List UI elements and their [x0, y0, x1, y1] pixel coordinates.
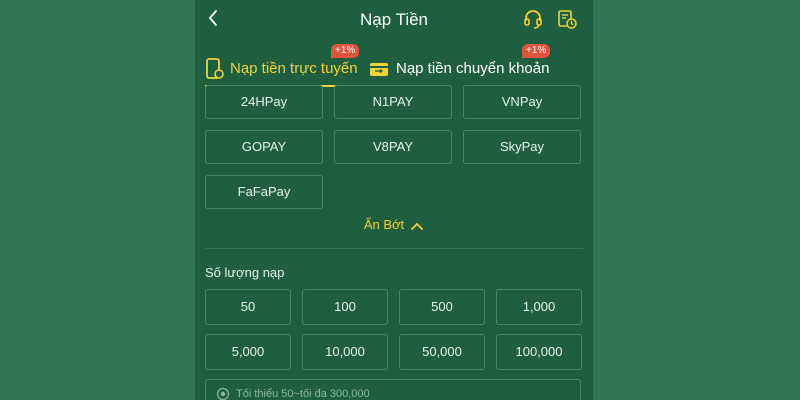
- history-icon: [558, 10, 577, 29]
- deposit-panel: Nạp Tiền Nạp tiền trực tuyến Nạp tiền ch…: [195, 0, 593, 400]
- method-n1pay[interactable]: N1PAY: [334, 85, 452, 119]
- amount-option[interactable]: 50: [205, 289, 291, 325]
- tab-bar: Nạp tiền trực tuyến Nạp tiền chuyển khoả…: [195, 44, 593, 88]
- amount-option[interactable]: 100: [302, 289, 388, 325]
- amount-input-box: [205, 379, 581, 400]
- method-fafapay[interactable]: FaFaPay: [205, 175, 323, 209]
- coin-icon: [216, 387, 230, 400]
- headset-icon: [524, 10, 542, 29]
- amount-option[interactable]: 10,000: [302, 334, 388, 370]
- collapse-label: Ẩn Bớt: [363, 217, 405, 232]
- tab-label: Nạp tiền chuyển khoản: [396, 60, 550, 77]
- method-24hpay[interactable]: 24HPay: [205, 85, 323, 119]
- tab-bank-transfer[interactable]: Nạp tiền chuyển khoản: [369, 58, 559, 88]
- amount-label: Số lượng nạp: [205, 265, 285, 280]
- support-button[interactable]: [522, 8, 544, 30]
- tab-label: Nạp tiền trực tuyến: [230, 60, 358, 77]
- method-skypay[interactable]: SkyPay: [463, 130, 581, 164]
- divider: [205, 248, 583, 249]
- card-icon: [370, 63, 388, 76]
- amount-option[interactable]: 500: [399, 289, 485, 325]
- method-gopay[interactable]: GOPAY: [205, 130, 323, 164]
- amount-input[interactable]: [236, 383, 566, 400]
- method-vnpay[interactable]: VNPay: [463, 85, 581, 119]
- bonus-badge: +1%: [522, 44, 551, 58]
- bonus-badge: +1%: [331, 44, 360, 58]
- amount-option[interactable]: 1,000: [496, 289, 582, 325]
- chevron-up-icon: [411, 222, 424, 230]
- history-button[interactable]: [556, 8, 578, 30]
- amount-option[interactable]: 50,000: [399, 334, 485, 370]
- phone-icon: [206, 58, 224, 79]
- collapse-button[interactable]: Ẩn Bớt: [195, 217, 593, 232]
- tab-online-deposit[interactable]: Nạp tiền trực tuyến: [205, 58, 358, 88]
- method-v8pay[interactable]: V8PAY: [334, 130, 452, 164]
- amount-option[interactable]: 100,000: [496, 334, 582, 370]
- amount-option[interactable]: 5,000: [205, 334, 291, 370]
- header: Nạp Tiền: [195, 0, 593, 40]
